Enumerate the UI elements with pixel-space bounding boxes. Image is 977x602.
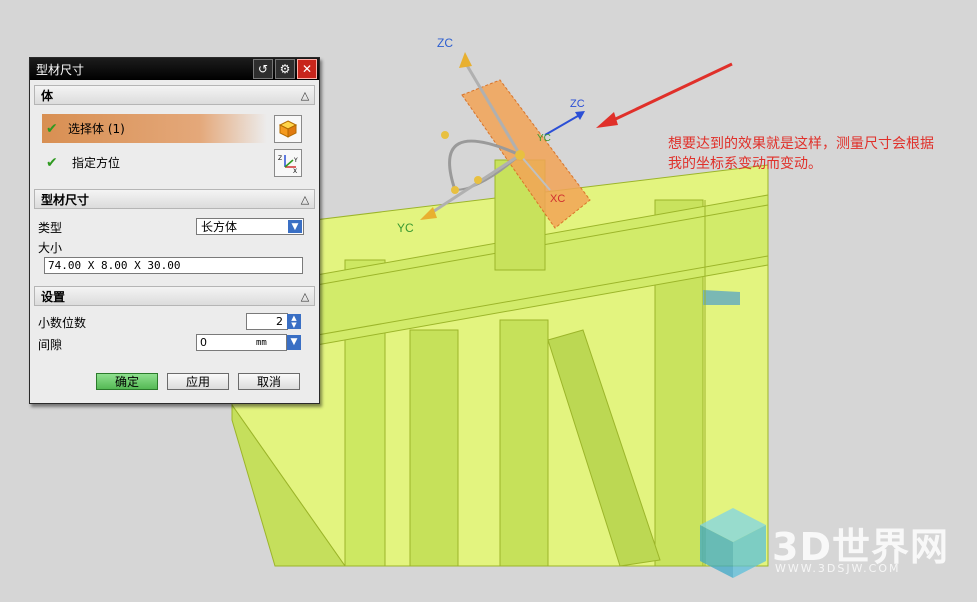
gap-unit: mm [256, 337, 267, 348]
section-header-profile-size[interactable]: 型材尺寸 △ [34, 189, 315, 209]
size-value: 74.00 X 8.00 X 30.00 [48, 259, 181, 272]
type-label: 类型 [38, 221, 63, 235]
select-body-button[interactable] [274, 115, 302, 143]
decimals-value: 2 [276, 315, 283, 328]
select-body-label: 选择体 (1) [68, 122, 125, 136]
apply-button[interactable]: 应用 [167, 373, 229, 390]
apply-label: 应用 [185, 375, 210, 389]
dialog-title: 型材尺寸 [36, 62, 85, 77]
annotation-line-1: 想要达到的效果就是这样，测量尺寸会根据 [668, 136, 934, 152]
annotation-note: 想要达到的效果就是这样，测量尺寸会根据 我的坐标系变动而变动。 [668, 134, 977, 174]
ok-label: 确定 [114, 375, 139, 389]
type-select[interactable]: 长方体 ▼ [196, 218, 304, 235]
select-body-row[interactable]: ✔ 选择体 (1) [42, 114, 267, 143]
dropdown-arrow-icon[interactable]: ▼ [288, 220, 302, 233]
specify-orientation-label: 指定方位 [72, 156, 121, 170]
check-icon: ✔ [46, 120, 58, 137]
profile-size-dialog: 型材尺寸 ↺ ⚙ ✕ 体 △ ✔ 选择体 (1) ✔ 指定方位 Z Y X 型材… [29, 57, 320, 404]
yc-label: YC [397, 221, 414, 235]
gear-icon[interactable]: ⚙ [275, 59, 295, 79]
section-header-settings[interactable]: 设置 △ [34, 286, 315, 306]
size-field[interactable]: 74.00 X 8.00 X 30.00 [44, 257, 303, 274]
chevron-up-icon[interactable]: △ [296, 290, 314, 303]
gap-unit-box: mm [253, 334, 287, 351]
specify-orientation-row[interactable]: ✔ 指定方位 [38, 154, 311, 171]
watermark-url: WWW.3DSJW.COM [775, 562, 901, 575]
section-label-body: 体 [41, 88, 54, 103]
dialog-title-bar[interactable]: 型材尺寸 ↺ ⚙ ✕ [30, 58, 319, 80]
xc-label: XC [550, 193, 565, 205]
csys-icon: Z Y X [278, 155, 298, 174]
close-icon[interactable]: ✕ [297, 59, 317, 79]
chevron-up-icon[interactable]: △ [296, 89, 314, 102]
reset-icon[interactable]: ↺ [253, 59, 273, 79]
svg-text:Y: Y [293, 157, 298, 164]
size-label-row: 大小 [38, 239, 311, 256]
section-header-body[interactable]: 体 △ [34, 85, 315, 105]
gap-value: 0 [200, 336, 207, 349]
check-icon: ✔ [46, 154, 58, 171]
gap-field[interactable]: 0 [196, 334, 254, 351]
section-label-profile-size: 型材尺寸 [41, 192, 90, 207]
wcs-zc-axis [544, 112, 584, 136]
wcs-zc-label: ZC [570, 98, 585, 110]
annotation-line-2: 我的坐标系变动而变动。 [668, 156, 822, 172]
spin-down-icon[interactable]: ▼ [291, 321, 296, 329]
type-value: 长方体 [201, 220, 238, 234]
section-label-settings: 设置 [41, 289, 66, 304]
cancel-button[interactable]: 取消 [238, 373, 300, 390]
dropdown-arrow-icon[interactable]: ▼ [291, 338, 298, 347]
ok-button[interactable]: 确定 [96, 373, 158, 390]
cancel-label: 取消 [256, 375, 281, 389]
decimals-label: 小数位数 [38, 316, 87, 330]
chevron-up-icon[interactable]: △ [296, 193, 314, 206]
solid-body-icon [278, 120, 298, 138]
specify-orientation-button[interactable]: Z Y X [274, 149, 302, 177]
size-label: 大小 [38, 241, 63, 255]
wcs-yc-label: YC [537, 133, 551, 144]
gap-unit-dropdown[interactable]: ▼ [287, 335, 301, 350]
zc-label: ZC [437, 36, 453, 50]
decimals-field[interactable]: 2 [246, 313, 288, 330]
decimals-spinner[interactable]: ▲ ▼ [287, 314, 301, 329]
gap-label: 间隙 [38, 338, 63, 352]
annotation-arrow [604, 62, 733, 126]
svg-text:X: X [293, 168, 297, 174]
svg-text:Z: Z [278, 155, 282, 162]
